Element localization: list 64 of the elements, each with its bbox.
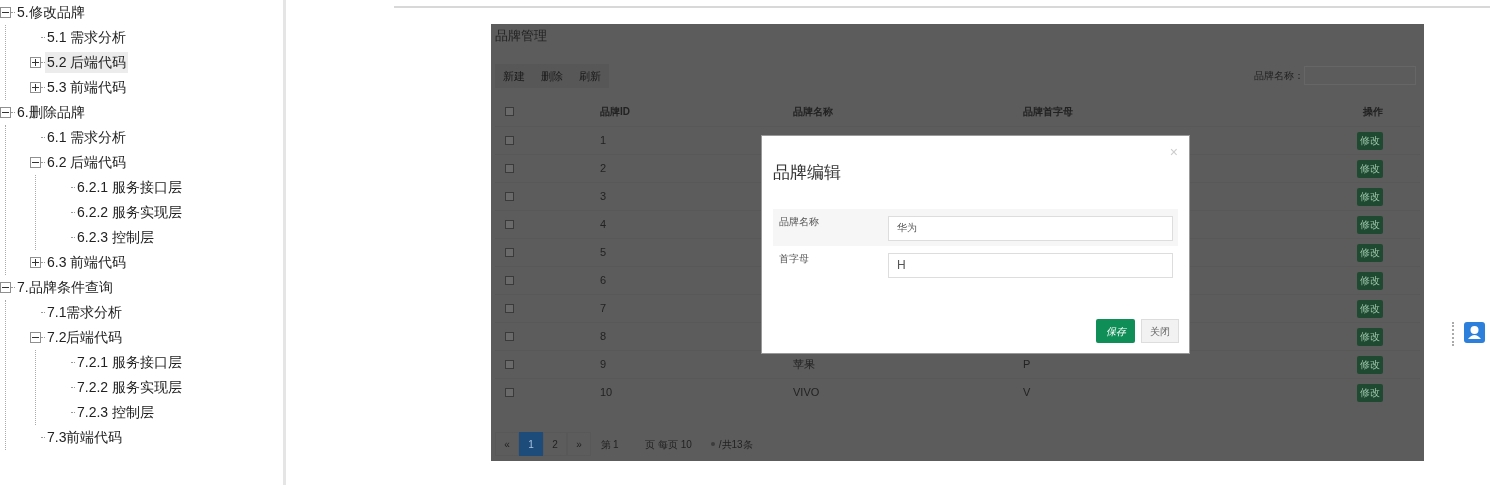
- checkbox[interactable]: [505, 388, 514, 397]
- table-cell: P: [1023, 358, 1031, 371]
- tree-item[interactable]: 6.2 后端代码: [45, 152, 129, 173]
- collapse-icon[interactable]: [0, 107, 11, 118]
- expand-icon[interactable]: [30, 257, 41, 268]
- table-cell: 7: [600, 302, 607, 315]
- edit-button[interactable]: 修改: [1357, 327, 1383, 346]
- table-cell: V: [1023, 386, 1031, 399]
- close-dialog-button[interactable]: 关闭: [1141, 319, 1179, 343]
- tree-item[interactable]: 5.1 需求分析: [45, 27, 129, 48]
- column-header: 操作: [1363, 104, 1383, 119]
- checkbox[interactable]: [505, 332, 514, 341]
- dialog-title: 品牌编辑: [773, 162, 841, 184]
- edit-button[interactable]: 修改: [1357, 159, 1383, 178]
- checkbox[interactable]: [505, 106, 514, 116]
- tree-item[interactable]: 5.2 后端代码: [45, 52, 129, 73]
- field-label: 首字母: [778, 251, 810, 266]
- checkbox[interactable]: [505, 360, 514, 369]
- collapse-icon[interactable]: [30, 157, 41, 168]
- tree-item[interactable]: 6.2.3 控制层: [75, 227, 157, 248]
- user-icon[interactable]: [1464, 322, 1485, 343]
- tree-item[interactable]: 6.2.1 服务接口层: [75, 177, 185, 198]
- table-cell: 3: [600, 190, 607, 203]
- checkbox[interactable]: [505, 304, 514, 313]
- field-label: 品牌名称: [778, 214, 820, 229]
- checkbox[interactable]: [505, 192, 514, 201]
- table-cell: VIVO: [793, 386, 820, 399]
- tree-item[interactable]: 6.2.2 服务实现层: [75, 202, 185, 223]
- tree-item[interactable]: 7.3前端代码: [45, 427, 125, 448]
- expand-icon[interactable]: [30, 57, 41, 68]
- expand-icon[interactable]: [30, 82, 41, 93]
- table-cell: 4: [600, 218, 607, 231]
- collapse-icon[interactable]: [0, 282, 11, 293]
- save-button[interactable]: 保存: [1096, 319, 1135, 343]
- input-field[interactable]: H: [888, 252, 1173, 278]
- edit-button[interactable]: 修改: [1357, 215, 1383, 234]
- tree-item[interactable]: 7.品牌条件查询: [15, 277, 115, 298]
- tree-item[interactable]: 7.2.1 服务接口层: [75, 352, 185, 373]
- edit-button[interactable]: 修改: [1357, 187, 1383, 206]
- tree-item[interactable]: 7.2后端代码: [45, 327, 125, 348]
- checkbox[interactable]: [505, 164, 514, 173]
- edit-button[interactable]: 修改: [1357, 271, 1383, 290]
- tree-item[interactable]: 5.3 前端代码: [45, 77, 129, 98]
- tree-item[interactable]: 7.2.3 控制层: [75, 402, 157, 423]
- checkbox[interactable]: [505, 276, 514, 285]
- edit-button[interactable]: 修改: [1357, 383, 1383, 402]
- checkbox[interactable]: [505, 136, 514, 145]
- checkbox[interactable]: [505, 248, 514, 257]
- edit-button[interactable]: 修改: [1357, 299, 1383, 318]
- table-cell: 8: [600, 330, 607, 343]
- tree-item[interactable]: 6.3 前端代码: [45, 252, 129, 273]
- edit-button[interactable]: 修改: [1357, 131, 1383, 150]
- tree-item[interactable]: 6.1 需求分析: [45, 127, 129, 148]
- page-button[interactable]: 1: [519, 432, 543, 456]
- tree-item[interactable]: 6.删除品牌: [15, 102, 87, 123]
- tree-item[interactable]: 7.1需求分析: [45, 302, 125, 323]
- edit-button[interactable]: 修改: [1357, 243, 1383, 262]
- edit-button[interactable]: 修改: [1357, 355, 1383, 374]
- tree-item[interactable]: 5.修改品牌: [15, 2, 87, 23]
- collapse-icon[interactable]: [0, 7, 11, 18]
- checkbox[interactable]: [505, 220, 514, 229]
- input-field[interactable]: 华为: [888, 215, 1173, 241]
- tree-item[interactable]: 7.2.2 服务实现层: [75, 377, 185, 398]
- collapse-icon[interactable]: [30, 332, 41, 343]
